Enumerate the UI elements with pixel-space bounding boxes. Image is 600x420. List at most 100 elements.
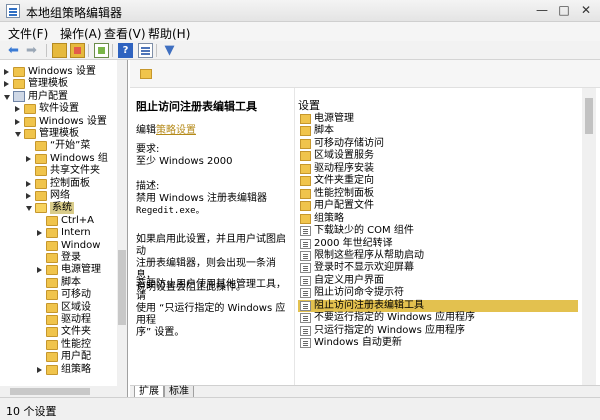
tree-item[interactable]: 驱动程: [37, 314, 127, 326]
tree-item[interactable]: 登录: [37, 252, 127, 264]
policy-settings-link[interactable]: 策略设置: [156, 125, 196, 136]
collapsed-arrow-icon[interactable]: [26, 193, 31, 199]
edit-prefix: 编辑: [136, 125, 156, 136]
description: 描述: 禁用 Windows 注册表编辑器 Regedit.exe。: [136, 181, 294, 217]
tree-item-label: 软件设置: [39, 103, 79, 115]
back-arrow-icon[interactable]: ⬅: [8, 43, 23, 58]
setting-list-item[interactable]: 只运行指定的 Windows 应用程序: [298, 325, 578, 337]
tree-item[interactable]: 系统: [26, 202, 127, 215]
show-hide-tree-icon[interactable]: [70, 43, 85, 58]
setting-list-item[interactable]: Windows 自动更新: [298, 337, 578, 349]
up-folder-icon[interactable]: [52, 43, 67, 58]
folder-list-item[interactable]: 组策略: [298, 213, 578, 225]
setting-list-item[interactable]: 自定义用户界面: [298, 275, 578, 287]
tree-item[interactable]: Window: [37, 240, 127, 252]
filter-icon[interactable]: ▼: [162, 43, 177, 58]
folder-list-item[interactable]: 区域设置服务: [298, 150, 578, 162]
export-list-icon[interactable]: [94, 43, 109, 58]
tree-item[interactable]: 文件夹: [37, 326, 127, 338]
forward-arrow-icon[interactable]: ➡: [26, 43, 41, 58]
setting-list-item[interactable]: 不要运行指定的 Windows 应用程序: [298, 312, 578, 324]
paragraph-line: 若要防止用户使用其他管理工具，请: [136, 279, 286, 302]
collapsed-arrow-icon[interactable]: [37, 230, 42, 237]
tree-item[interactable]: Windows 组: [26, 153, 127, 165]
status-text: 10 个设置: [6, 405, 57, 418]
tree-item[interactable]: 可移动: [37, 289, 127, 301]
folder-list-item[interactable]: 可移动存储访问: [298, 138, 578, 150]
menu-view[interactable]: 查看(V): [104, 25, 146, 42]
tree-item[interactable]: 控制面板: [26, 178, 127, 190]
folder-list-item[interactable]: 脚本: [298, 125, 578, 137]
menu-file[interactable]: 文件(F): [8, 25, 48, 42]
list-item-label: 只运行指定的 Windows 应用程序: [314, 324, 465, 336]
menu-action[interactable]: 操作(A): [60, 25, 102, 42]
view-icon[interactable]: [138, 43, 153, 58]
tree-item[interactable]: 组策略: [37, 364, 127, 376]
settings-list[interactable]: 设置 电源管理 脚本 可移动存储访问 区域设置服务 驱动程序安装 文件夹重定向 性能控制面板…: [298, 88, 578, 385]
description-line: Regedit.exe。: [136, 206, 205, 216]
tree-item[interactable]: Windows 设置: [4, 66, 124, 78]
tree-item[interactable]: 区域设: [37, 302, 127, 314]
minimize-button[interactable]: —: [532, 2, 552, 19]
folder-list-item[interactable]: 驱动程序安装: [298, 163, 578, 175]
setting-list-item[interactable]: 2000 年世纪转译: [298, 238, 578, 250]
expanded-arrow-icon[interactable]: [4, 94, 10, 100]
tree-item-label: 脚本: [61, 276, 81, 288]
tree-item[interactable]: 用户配置: [4, 90, 124, 103]
tree-item[interactable]: Windows 设置: [15, 116, 127, 128]
setting-list-item[interactable]: 限制这些程序从帮助启动: [298, 250, 578, 262]
policy-setting-icon: [300, 263, 311, 274]
tree-item[interactable]: “开始”菜: [26, 140, 127, 152]
scrollbar-thumb[interactable]: [585, 98, 593, 134]
collapsed-arrow-icon[interactable]: [15, 118, 20, 125]
collapsed-arrow-icon[interactable]: [37, 366, 42, 373]
list-item-label: 限制这些程序从帮助启动: [314, 249, 424, 261]
folder-list-item[interactable]: 用户配置文件: [298, 200, 578, 212]
collapsed-arrow-icon[interactable]: [26, 155, 31, 162]
tree-item[interactable]: 性能控: [37, 339, 127, 351]
close-button[interactable]: ✕: [576, 2, 596, 19]
collapsed-arrow-icon[interactable]: [37, 267, 42, 274]
tree-item[interactable]: 用户配: [37, 351, 127, 363]
collapsed-arrow-icon[interactable]: [4, 69, 9, 75]
title-bar: 本地组策略编辑器 — □ ✕: [0, 0, 600, 22]
policy-setting-icon: [300, 288, 311, 299]
maximize-button[interactable]: □: [554, 2, 574, 19]
tree-horizontal-scrollbar[interactable]: [0, 386, 117, 397]
collapsed-arrow-icon[interactable]: [15, 106, 20, 113]
tree-item[interactable]: 软件设置: [15, 103, 127, 115]
scrollbar-thumb[interactable]: [118, 250, 126, 325]
folder-list-item[interactable]: 文件夹重定向: [298, 175, 578, 187]
list-item-label: 区域设置服务: [314, 150, 374, 162]
navigation-tree[interactable]: 组策略 用户配 性能控 文件夹 驱动程 区域设 可移动 脚本 电源管理 登录 Window Inter…: [0, 60, 128, 397]
tree-item[interactable]: 脚本: [37, 276, 127, 289]
setting-list-item[interactable]: 登录时不显示欢迎屏幕: [298, 262, 578, 274]
paragraph-other-tools: 若要防止用户使用其他管理工具，请 使用 “只运行指定的 Windows 应用程 …: [136, 279, 294, 339]
list-item-label: 脚本: [314, 125, 334, 137]
policy-setting-icon: [300, 275, 311, 286]
expanded-arrow-icon[interactable]: [15, 132, 21, 137]
tree-item[interactable]: 网络: [26, 190, 127, 202]
tree-vertical-scrollbar[interactable]: [117, 60, 127, 397]
folder-list-item[interactable]: 性能控制面板: [298, 188, 578, 200]
setting-list-item[interactable]: 阻止访问注册表编辑工具: [298, 299, 578, 312]
help-icon[interactable]: ?: [118, 43, 133, 58]
tree-item[interactable]: Intern: [37, 227, 127, 239]
tree-item[interactable]: 共享文件夹: [26, 165, 127, 177]
tree-item-label: Windows 设置: [28, 66, 96, 77]
tree-item[interactable]: 管理模板: [4, 78, 124, 90]
tree-item[interactable]: Ctrl+A: [37, 215, 127, 227]
expanded-arrow-icon[interactable]: [26, 206, 32, 212]
tree-item[interactable]: 管理模板: [15, 128, 127, 140]
list-vertical-scrollbar[interactable]: [582, 88, 596, 385]
settings-column-header[interactable]: 设置: [298, 97, 320, 113]
folder-list-item[interactable]: 电源管理: [298, 113, 578, 125]
collapsed-arrow-icon[interactable]: [26, 180, 31, 187]
setting-list-item[interactable]: 阻止访问命令提示符: [298, 287, 578, 299]
setting-list-item[interactable]: 下载缺少的 COM 组件: [298, 225, 578, 237]
scrollbar-thumb[interactable]: [10, 388, 90, 395]
collapsed-arrow-icon[interactable]: [4, 81, 9, 88]
menu-help[interactable]: 帮助(H): [148, 25, 190, 42]
tree-item-label: Intern: [61, 227, 91, 239]
tree-item[interactable]: 电源管理: [37, 264, 127, 276]
